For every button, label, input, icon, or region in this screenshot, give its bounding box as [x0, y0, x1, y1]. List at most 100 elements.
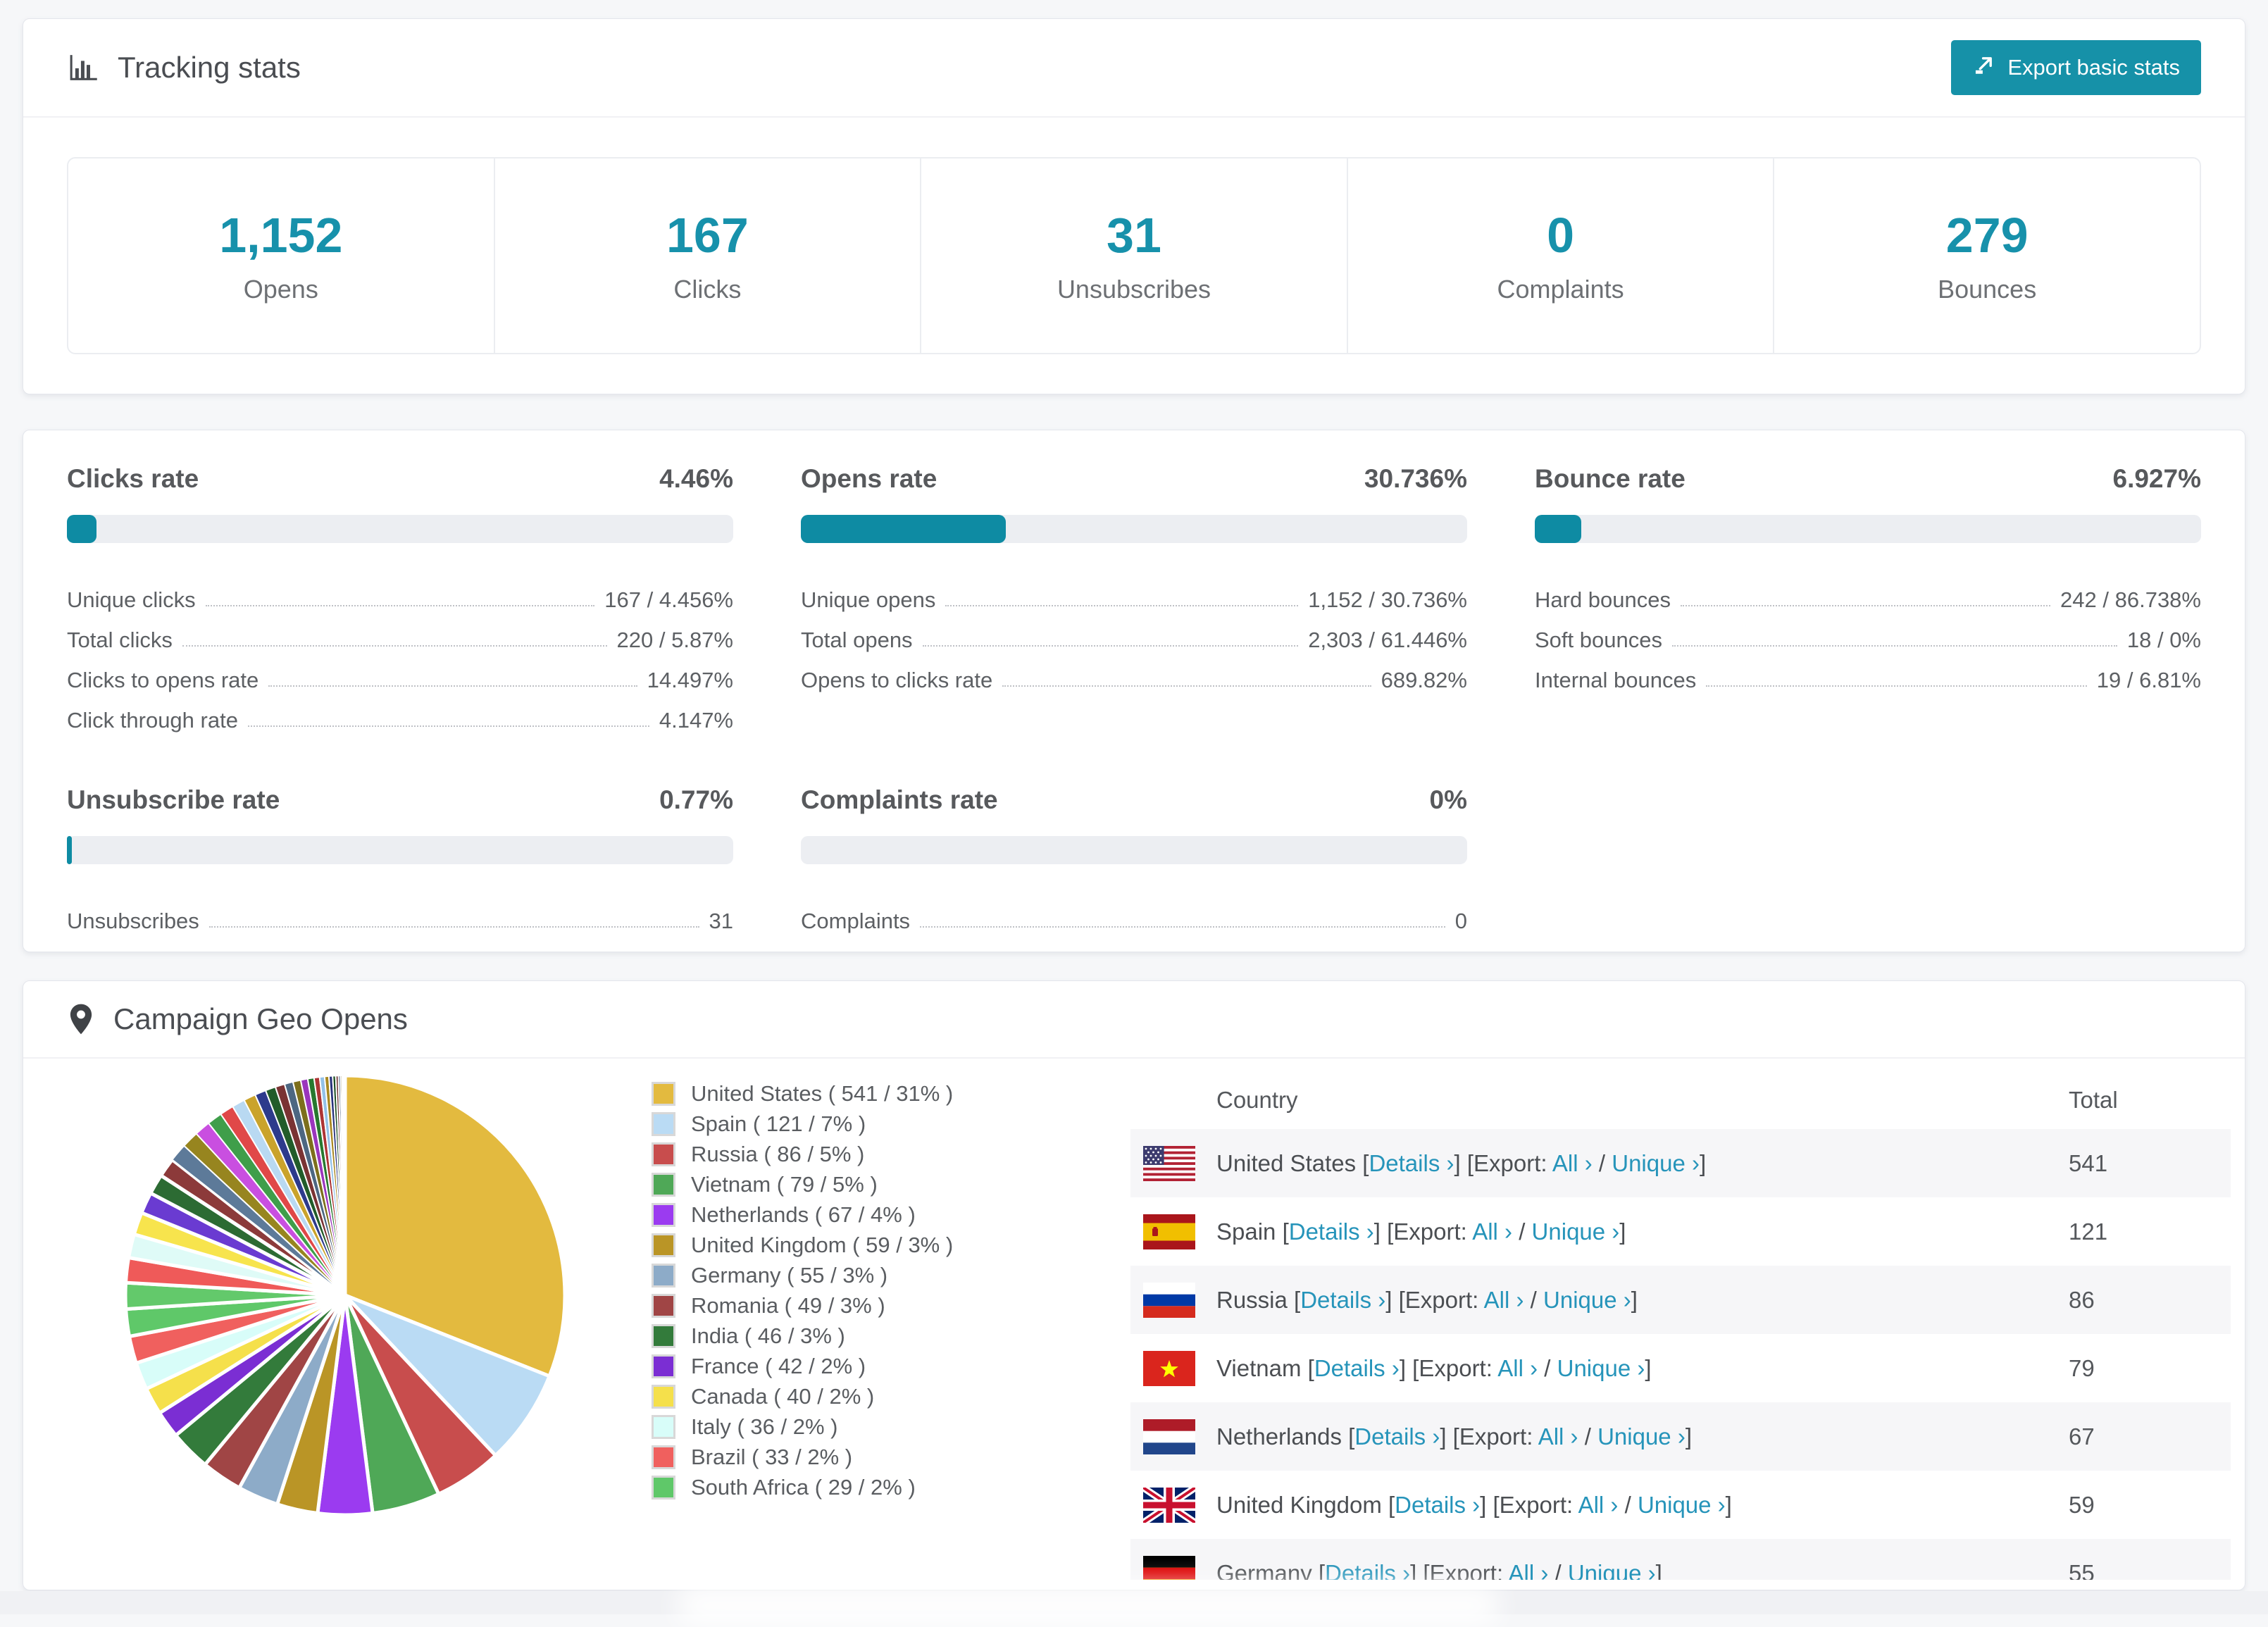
legend-label: South Africa ( 29 / 2% ): [691, 1475, 916, 1500]
legend-swatch: [652, 1173, 675, 1197]
flag-nl-icon: [1143, 1419, 1195, 1454]
russia-export-unique-link[interactable]: Unique ›: [1543, 1287, 1631, 1313]
geo-row-total: 86: [2069, 1287, 2231, 1314]
netherlands-export-all-link[interactable]: All ›: [1538, 1423, 1578, 1450]
legend-label: Germany ( 55 / 3% ): [691, 1263, 887, 1288]
rate-row-label: Clicks to opens rate: [67, 668, 258, 693]
rate-row-value: 19 / 6.81%: [2097, 668, 2201, 693]
geo-row-netherlands: Netherlands [Details ›] [Export: All › /…: [1130, 1402, 2231, 1471]
legend-item-italy: Italy ( 36 / 2% ): [652, 1411, 1081, 1442]
flag-vn-icon: [1143, 1351, 1195, 1386]
rate-row-label: Internal bounces: [1535, 668, 1696, 693]
geo-table-header: Country Total: [1130, 1071, 2231, 1129]
geo-legend: United States ( 541 / 31% )Spain ( 121 /…: [652, 1064, 1081, 1580]
rate-value: 0%: [1430, 785, 1467, 815]
legend-label: Spain ( 121 / 7% ): [691, 1111, 866, 1137]
rate-title: Bounce rate: [1535, 464, 1686, 494]
tracking-stats-title: Tracking stats: [67, 51, 301, 85]
spain-details-link[interactable]: Details ›: [1289, 1218, 1374, 1245]
geo-row-vietnam: Vietnam [Details ›] [Export: All › / Uni…: [1130, 1334, 2231, 1402]
rate-block-unsubscribe-rate: Unsubscribe rate0.77%Unsubscribes31: [67, 785, 733, 934]
rate-row-value: 220 / 5.87%: [617, 628, 733, 653]
rate-row-clicks-to-opens-rate: Clicks to opens rate 14.497%: [67, 653, 733, 693]
germany-export-all-link[interactable]: All ›: [1508, 1560, 1548, 1581]
geo-row-total: 121: [2069, 1218, 2231, 1245]
summary-stat-complaints: 0Complaints: [1347, 158, 1774, 353]
rate-row-opens-to-clicks-rate: Opens to clicks rate689.82%: [801, 653, 1467, 693]
legend-item-canada: Canada ( 40 / 2% ): [652, 1381, 1081, 1411]
germany-export-unique-link[interactable]: Unique ›: [1568, 1560, 1656, 1581]
legend-item-spain: Spain ( 121 / 7% ): [652, 1109, 1081, 1139]
rate-value: 4.46%: [659, 464, 733, 494]
netherlands-export-unique-link[interactable]: Unique ›: [1597, 1423, 1686, 1450]
rate-row-value: 14.497%: [647, 668, 733, 693]
united-states-export-unique-link[interactable]: Unique ›: [1612, 1150, 1700, 1176]
united-kingdom-export-all-link[interactable]: All ›: [1578, 1492, 1619, 1518]
rate-progress-fill: [1535, 515, 1581, 543]
export-icon: [1972, 53, 1996, 82]
united-kingdom-details-link[interactable]: Details ›: [1395, 1492, 1480, 1518]
rate-block-clicks-rate: Clicks rate4.46%Unique clicks167 / 4.456…: [67, 464, 733, 733]
geo-table: Country Total United States [Details ›] …: [1130, 1064, 2231, 1580]
germany-details-link[interactable]: Details ›: [1325, 1560, 1410, 1581]
legend-swatch: [652, 1445, 675, 1469]
geo-row-united-kingdom: United Kingdom [Details ›] [Export: All …: [1130, 1471, 2231, 1539]
rate-progress-track: [1535, 515, 2201, 543]
rate-row-label: Complaints: [801, 909, 910, 934]
stat-value: 1,152: [219, 207, 342, 263]
dotted-leader: [1681, 605, 2050, 606]
rate-row-complaints: Complaints0: [801, 894, 1467, 934]
geo-row-russia: Russia [Details ›] [Export: All › / Uniq…: [1130, 1266, 2231, 1334]
rate-row-label: Unsubscribes: [67, 909, 199, 934]
rate-progress-track: [67, 836, 733, 864]
united-kingdom-export-unique-link[interactable]: Unique ›: [1638, 1492, 1726, 1518]
netherlands-details-link[interactable]: Details ›: [1354, 1423, 1440, 1450]
dotted-leader: [248, 725, 649, 727]
vietnam-details-link[interactable]: Details ›: [1314, 1355, 1400, 1381]
rate-block-complaints-rate: Complaints rate0%Complaints0: [801, 785, 1467, 934]
legend-swatch: [652, 1203, 675, 1227]
rate-row-label: Click through rate: [67, 708, 238, 733]
legend-label: Italy ( 36 / 2% ): [691, 1414, 837, 1440]
stat-label: Bounces: [1938, 275, 2036, 304]
rate-value: 0.77%: [659, 785, 733, 815]
united-states-details-link[interactable]: Details ›: [1369, 1150, 1454, 1176]
map-pin-icon: [67, 1003, 95, 1035]
legend-item-netherlands: Netherlands ( 67 / 4% ): [652, 1199, 1081, 1230]
legend-label: United Kingdom ( 59 / 3% ): [691, 1233, 953, 1258]
legend-swatch: [652, 1476, 675, 1500]
dotted-leader: [206, 605, 595, 606]
legend-label: Netherlands ( 67 / 4% ): [691, 1202, 916, 1228]
summary-stats-band: 1,152Opens167Clicks31Unsubscribes0Compla…: [67, 157, 2201, 354]
geo-row-total: 59: [2069, 1492, 2231, 1519]
dotted-leader: [1706, 685, 2087, 687]
stat-label: Opens: [244, 275, 318, 304]
russia-export-all-link[interactable]: All ›: [1484, 1287, 1524, 1313]
legend-swatch: [652, 1264, 675, 1288]
flag-gb-icon: [1143, 1488, 1195, 1523]
geo-row-label: Russia [Details ›] [Export: All › / Uniq…: [1216, 1287, 2069, 1314]
geo-header: Campaign Geo Opens: [23, 981, 2245, 1059]
dotted-leader: [1672, 645, 2117, 647]
vietnam-export-unique-link[interactable]: Unique ›: [1557, 1355, 1645, 1381]
geo-title: Campaign Geo Opens: [113, 1002, 408, 1036]
legend-swatch: [652, 1385, 675, 1409]
export-basic-stats-button[interactable]: Export basic stats: [1951, 40, 2201, 95]
spain-export-all-link[interactable]: All ›: [1472, 1218, 1512, 1245]
vietnam-export-all-link[interactable]: All ›: [1497, 1355, 1538, 1381]
geo-row-label: United Kingdom [Details ›] [Export: All …: [1216, 1492, 2069, 1519]
geo-row-label: Vietnam [Details ›] [Export: All › / Uni…: [1216, 1355, 2069, 1382]
rate-row-value: 2,303 / 61.446%: [1308, 628, 1467, 653]
russia-details-link[interactable]: Details ›: [1300, 1287, 1385, 1313]
stat-value: 167: [666, 207, 749, 263]
united-states-export-all-link[interactable]: All ›: [1552, 1150, 1593, 1176]
spain-export-unique-link[interactable]: Unique ›: [1532, 1218, 1620, 1245]
legend-label: Romania ( 49 / 3% ): [691, 1293, 885, 1319]
geo-row-label: Spain [Details ›] [Export: All › / Uniqu…: [1216, 1218, 2069, 1245]
rate-row-label: Total opens: [801, 628, 913, 653]
rate-progress-track: [801, 515, 1467, 543]
legend-item-brazil: Brazil ( 33 / 2% ): [652, 1442, 1081, 1472]
rate-progress-track: [801, 836, 1467, 864]
rate-row-internal-bounces: Internal bounces 19 / 6.81%: [1535, 653, 2201, 693]
dotted-leader: [182, 645, 607, 647]
